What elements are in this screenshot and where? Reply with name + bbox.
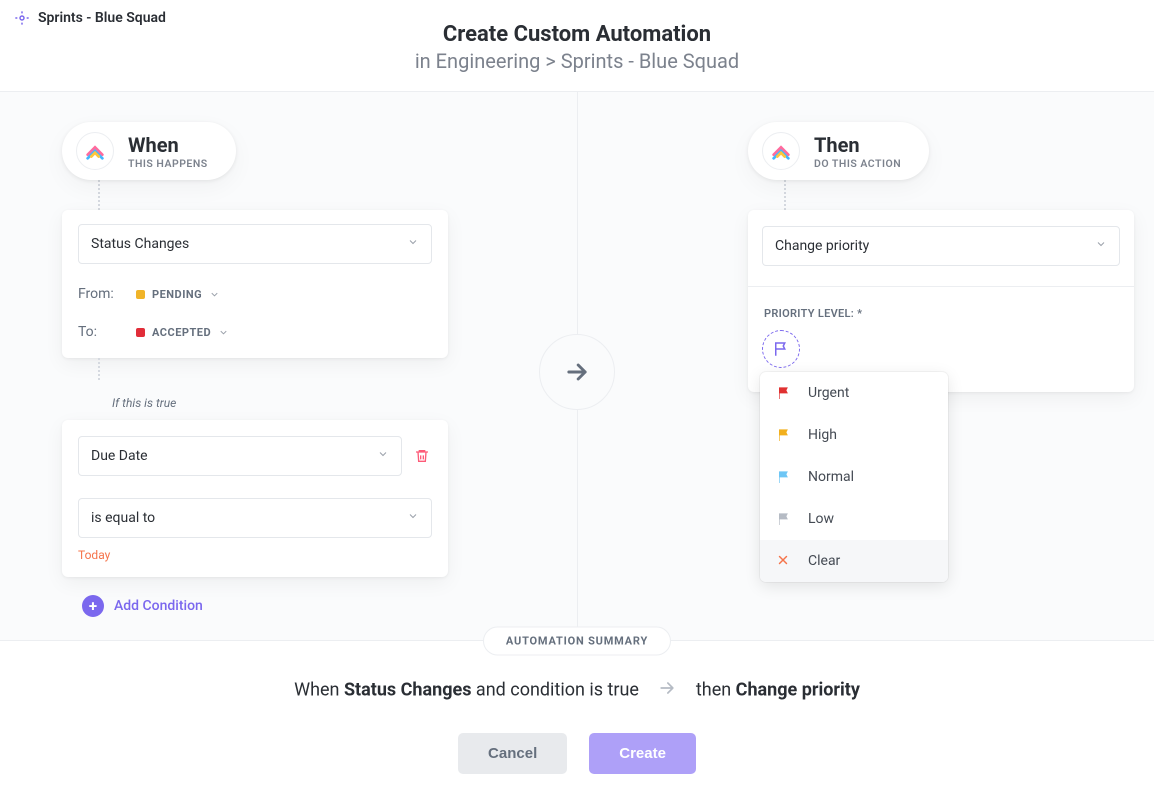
action-value: Change priority [775, 238, 869, 254]
chevron-down-icon [407, 510, 419, 526]
when-pill: When THIS HAPPENS [62, 122, 236, 180]
connector-line [98, 358, 100, 380]
priority-option-label: Low [808, 511, 834, 527]
summary-mid: and condition is true [471, 679, 639, 700]
chevron-down-icon [1095, 238, 1107, 254]
summary-badge: AUTOMATION SUMMARY [483, 627, 671, 656]
if-true-label: If this is true [112, 396, 452, 410]
priority-level-label: PRIORITY LEVEL: * [764, 307, 1120, 320]
from-status-color [136, 290, 145, 299]
priority-option-label: Clear [808, 553, 840, 569]
brand-icon [762, 132, 800, 170]
delete-condition-button[interactable] [412, 446, 432, 466]
condition-value-link[interactable]: Today [78, 548, 110, 562]
priority-option-normal[interactable]: Normal [760, 456, 948, 498]
condition-operator-value: is equal to [91, 510, 155, 526]
priority-option-low[interactable]: Low [760, 498, 948, 540]
priority-option-label: Normal [808, 469, 854, 485]
to-label: To: [78, 324, 122, 340]
divider [748, 286, 1134, 287]
arrow-right-icon [657, 678, 677, 703]
priority-option-urgent[interactable]: Urgent [760, 372, 948, 414]
flag-icon [776, 469, 792, 485]
priority-option-label: Urgent [808, 385, 849, 401]
connector-line [784, 180, 786, 210]
to-status-chip[interactable]: ACCEPTED [136, 326, 229, 339]
when-title: When [128, 133, 208, 157]
summary-action: Change priority [736, 679, 860, 700]
flag-icon [776, 385, 792, 401]
breadcrumb[interactable]: Sprints - Blue Squad [38, 10, 166, 26]
trigger-value: Status Changes [91, 236, 189, 252]
then-subtitle: DO THIS ACTION [814, 157, 901, 170]
summary-trigger: Status Changes [344, 679, 472, 700]
flag-icon [776, 511, 792, 527]
condition-field-select[interactable]: Due Date [78, 436, 402, 476]
priority-dropdown: Urgent High Normal Low Clear [760, 372, 948, 582]
priority-picker-button[interactable] [762, 330, 800, 368]
trigger-select[interactable]: Status Changes [78, 224, 432, 264]
footer: AUTOMATION SUMMARY When Status Changes a… [0, 640, 1154, 803]
add-condition-label: Add Condition [114, 598, 203, 614]
summary-then-prefix: then [696, 679, 736, 700]
brand-icon [76, 132, 114, 170]
chevron-down-icon [377, 448, 389, 464]
from-status-chip[interactable]: PENDING [136, 288, 220, 301]
from-status-value: PENDING [152, 288, 202, 301]
from-label: From: [78, 286, 122, 302]
to-status-color [136, 328, 145, 337]
location-icon [14, 10, 30, 26]
priority-option-label: High [808, 427, 837, 443]
flag-icon [776, 427, 792, 443]
cancel-button[interactable]: Cancel [458, 733, 567, 774]
priority-option-high[interactable]: High [760, 414, 948, 456]
create-button[interactable]: Create [589, 733, 696, 774]
action-select[interactable]: Change priority [762, 226, 1120, 266]
when-subtitle: THIS HAPPENS [128, 157, 208, 170]
action-card: Change priority PRIORITY LEVEL: * [748, 210, 1134, 392]
plus-icon: + [82, 595, 104, 617]
add-condition-button[interactable]: + Add Condition [82, 595, 452, 617]
chevron-down-icon [407, 236, 419, 252]
page-subtitle: in Engineering > Sprints - Blue Squad [0, 49, 1154, 73]
condition-field-value: Due Date [91, 448, 148, 464]
summary-prefix: When [294, 679, 344, 700]
condition-card: Due Date is equal to Today [62, 420, 448, 577]
x-icon [776, 553, 792, 569]
page-title: Create Custom Automation [0, 22, 1154, 47]
connector-line [98, 180, 100, 210]
summary-line: When Status Changes and condition is tru… [0, 678, 1154, 703]
flow-arrow-icon [539, 334, 615, 410]
priority-option-clear[interactable]: Clear [760, 540, 948, 582]
condition-operator-select[interactable]: is equal to [78, 498, 432, 538]
to-status-value: ACCEPTED [152, 326, 211, 339]
trigger-card: Status Changes From: PENDING To: ACCEPTE… [62, 210, 448, 358]
then-title: Then [814, 133, 901, 157]
then-pill: Then DO THIS ACTION [748, 122, 929, 180]
